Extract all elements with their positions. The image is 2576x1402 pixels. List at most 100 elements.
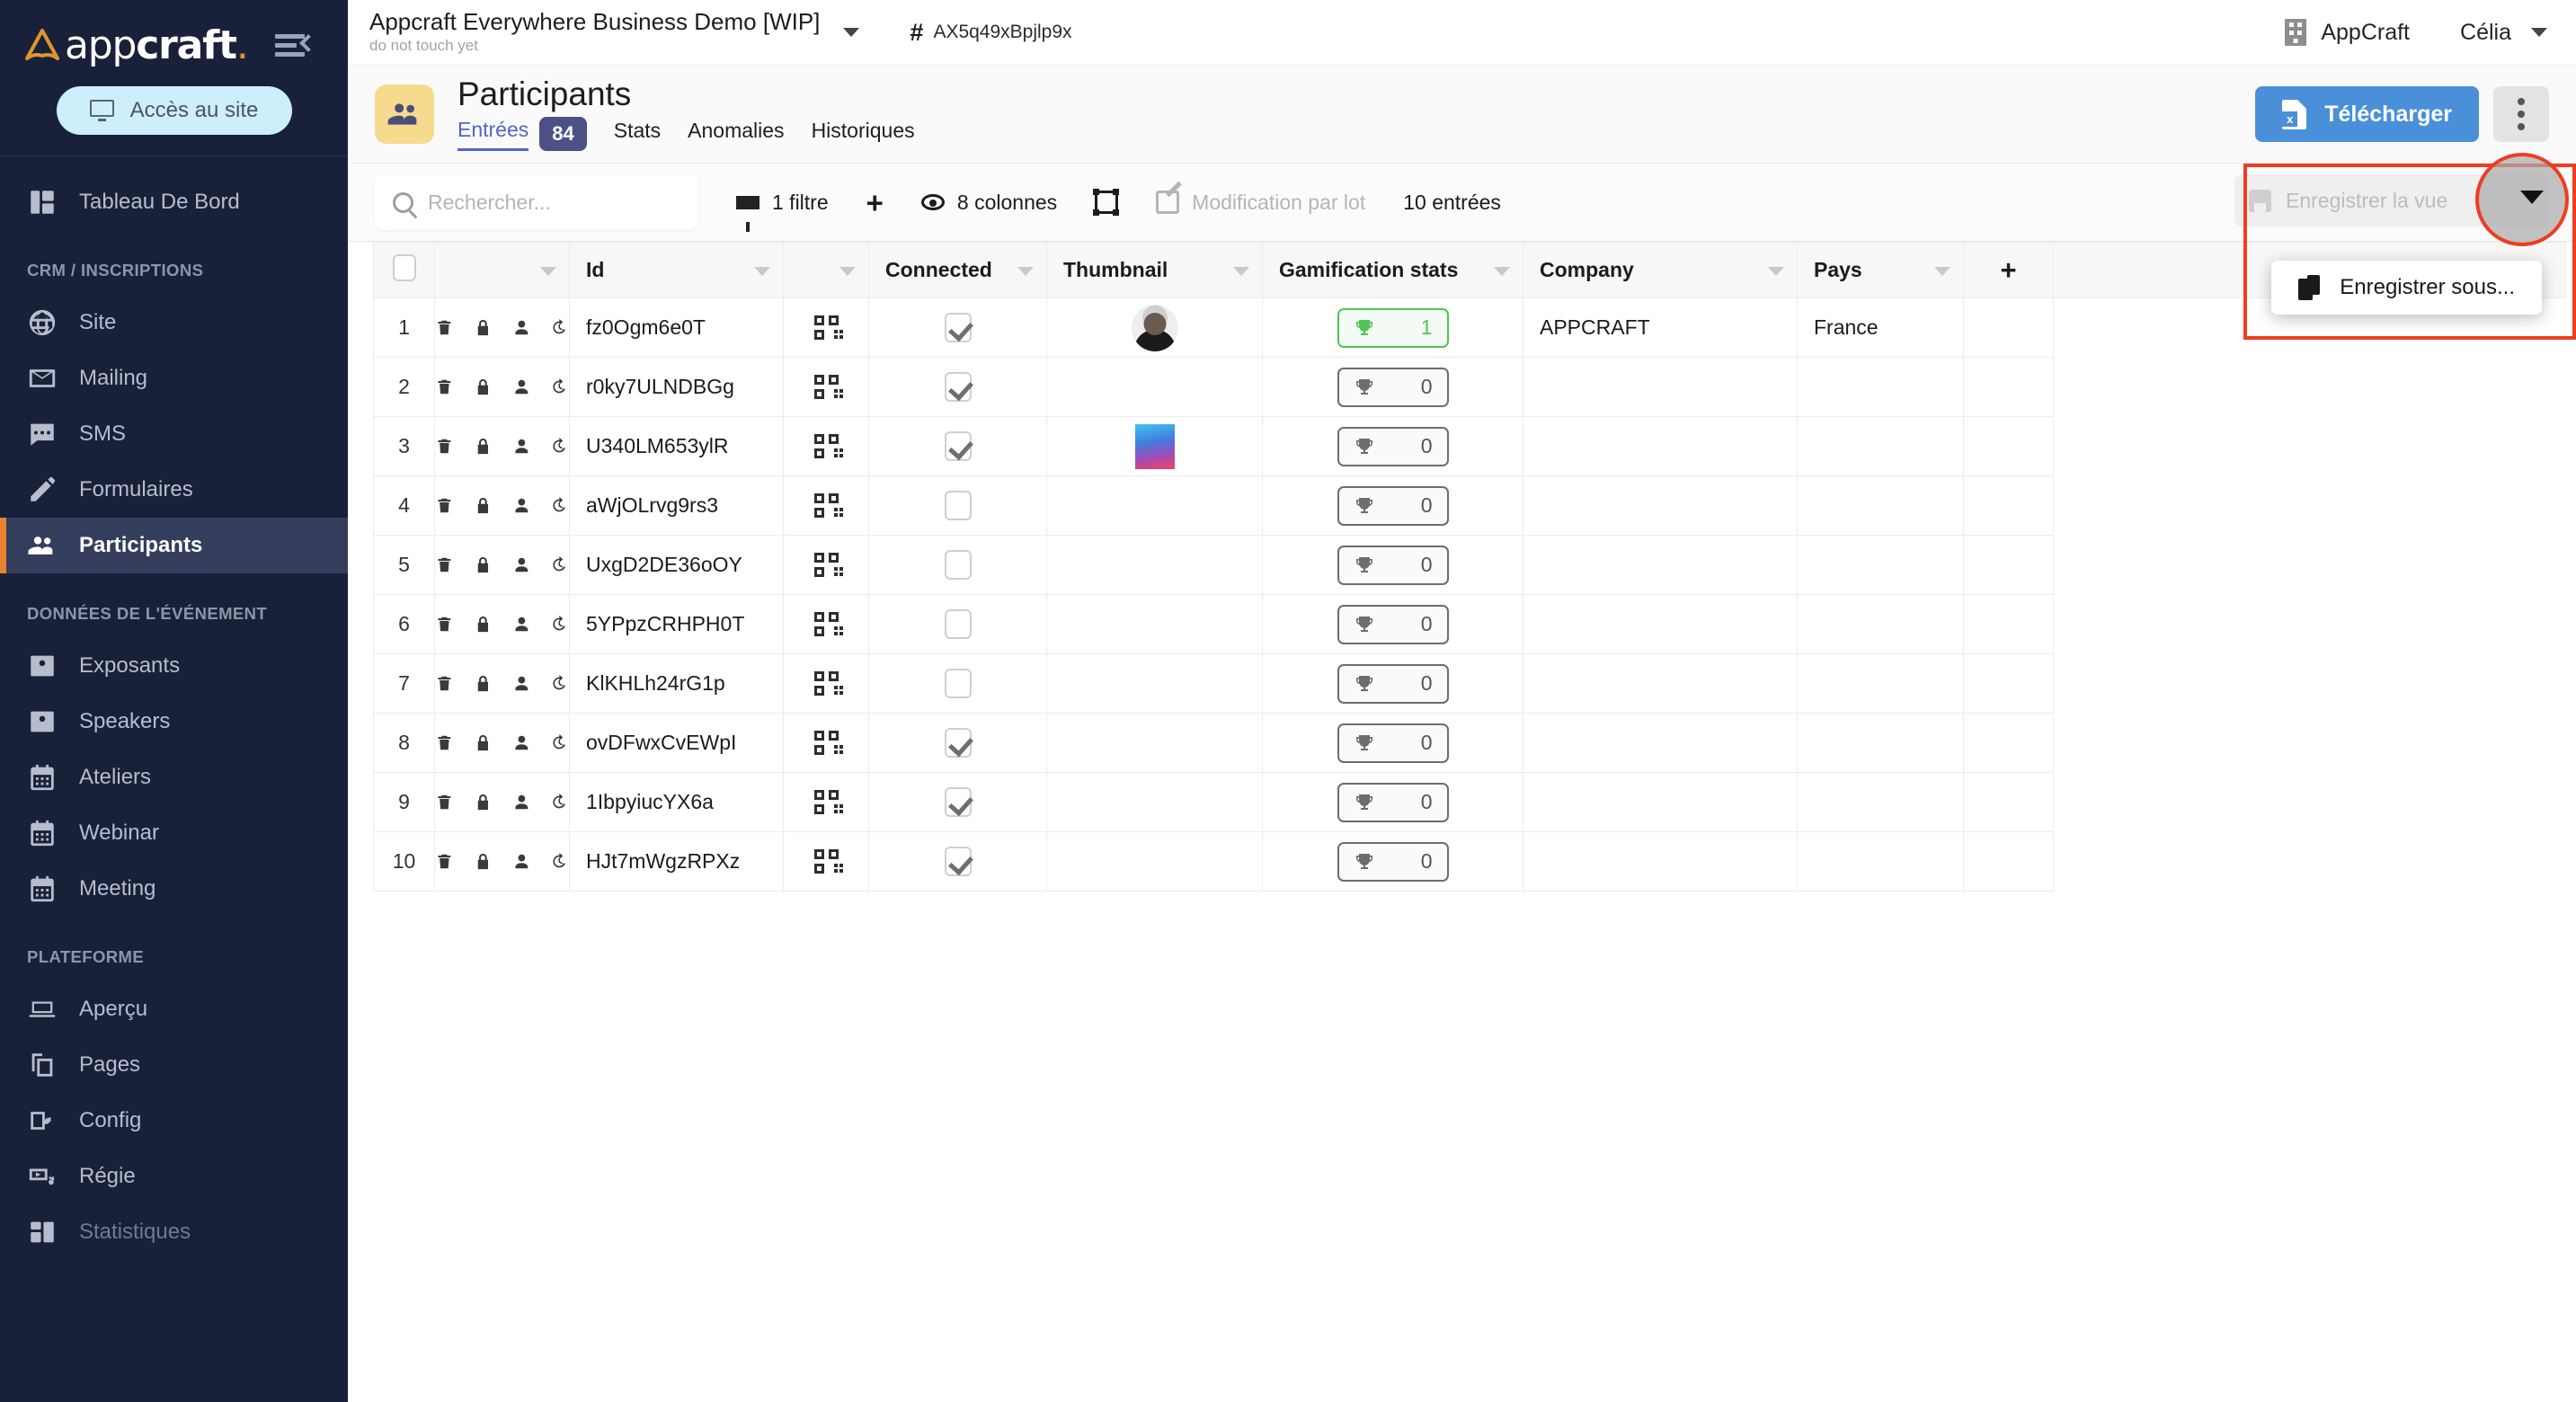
gamification-score: 0 (1421, 493, 1433, 518)
cell-qr[interactable] (784, 773, 869, 832)
gamification-badge[interactable]: 0 (1337, 664, 1449, 704)
tab-anomalies[interactable]: Anomalies (688, 119, 784, 149)
th-connected-sort-icon[interactable] (1017, 267, 1034, 276)
table-row[interactable]: 4aWjOLrvg9rs30 (374, 476, 2566, 536)
sidebar-item-regie[interactable]: Régie (0, 1149, 348, 1204)
connected-checkbox[interactable] (945, 728, 972, 758)
sidebar-item-config[interactable]: Config (0, 1093, 348, 1149)
connected-checkbox[interactable] (945, 787, 972, 817)
collapse-menu-icon[interactable] (275, 32, 315, 59)
gamification-badge[interactable]: 0 (1337, 427, 1449, 466)
add-filter-button[interactable]: + (866, 188, 884, 217)
table-row[interactable]: 7KlKHLh24rG1p0 (374, 654, 2566, 714)
cell-qr[interactable] (784, 654, 869, 714)
cell-qr[interactable] (784, 832, 869, 892)
batch-edit-button[interactable]: Modification par lot (1156, 191, 1365, 215)
sidebar-item-participants[interactable]: Participants (0, 518, 348, 573)
qr-code-icon[interactable] (814, 493, 839, 518)
table-row[interactable]: 10HJt7mWgzRPXz0 (374, 832, 2566, 892)
th-thumbnail-sort-icon[interactable] (1233, 267, 1249, 276)
cell-qr[interactable] (784, 358, 869, 417)
cell-qr[interactable] (784, 417, 869, 476)
search-box[interactable] (375, 174, 698, 230)
sidebar-item-ateliers[interactable]: Ateliers (0, 750, 348, 805)
table-row[interactable]: 91IbpyiucYX6a0 (374, 773, 2566, 832)
sidebar-item-pages[interactable]: Pages (0, 1037, 348, 1093)
th-pays-sort-icon[interactable] (1934, 267, 1950, 276)
cell-qr[interactable] (784, 476, 869, 536)
table-row[interactable]: 65YPpzCRHPH0T0 (374, 595, 2566, 654)
connected-checkbox[interactable] (945, 431, 972, 461)
th-company-sort-icon[interactable] (1768, 267, 1784, 276)
user-menu[interactable]: Célia (2460, 20, 2547, 46)
connected-checkbox[interactable] (945, 847, 972, 876)
search-input[interactable] (428, 191, 680, 215)
cell-qr[interactable] (784, 714, 869, 773)
tab-entrees[interactable]: Entrées (457, 118, 529, 151)
organization-selector[interactable]: AppCraft (2285, 19, 2410, 46)
table-row[interactable]: 1fz0Ogm6e0T1APPCRAFTFrance (374, 298, 2566, 358)
qr-code-icon[interactable] (814, 315, 839, 340)
hash-icon: # (910, 19, 923, 47)
qr-code-icon[interactable] (814, 553, 839, 577)
connected-checkbox[interactable] (945, 372, 972, 402)
connected-checkbox[interactable] (945, 491, 972, 520)
sidebar-item-apercu[interactable]: Aperçu (0, 981, 348, 1037)
th-qr-sort-icon[interactable] (839, 267, 856, 276)
sidebar-item-webinar[interactable]: Webinar (0, 805, 348, 861)
th-id-sort-icon[interactable] (754, 267, 770, 276)
tab-stats[interactable]: Stats (614, 119, 661, 149)
gamification-badge[interactable]: 0 (1337, 605, 1449, 644)
table-row[interactable]: 2r0ky7ULNDBGg0 (374, 358, 2566, 417)
columns-button[interactable]: 8 colonnes (921, 191, 1057, 215)
sidebar-item-site[interactable]: Site (0, 295, 348, 350)
event-dropdown-chevron-down-icon[interactable] (843, 28, 859, 37)
qr-code-icon[interactable] (814, 612, 839, 636)
connected-checkbox[interactable] (945, 669, 972, 698)
cell-qr[interactable] (784, 298, 869, 358)
gamification-badge[interactable]: 0 (1337, 368, 1449, 407)
save-as-menu-item[interactable]: Enregistrer sous... (2271, 261, 2542, 315)
gamification-badge[interactable]: 0 (1337, 723, 1449, 763)
sidebar-item-formulaires[interactable]: Formulaires (0, 462, 348, 518)
cell-company (1523, 595, 1798, 654)
gamification-badge[interactable]: 0 (1337, 783, 1449, 822)
cell-qr[interactable] (784, 536, 869, 595)
qr-code-icon[interactable] (814, 671, 839, 696)
table-row[interactable]: 5UxgD2DE36oOY0 (374, 536, 2566, 595)
sidebar-item-sms[interactable]: SMS (0, 406, 348, 462)
sidebar-item-mailing[interactable]: Mailing (0, 350, 348, 406)
gamification-badge[interactable]: 0 (1337, 842, 1449, 882)
cell-qr[interactable] (784, 595, 869, 654)
sidebar-item-statistiques[interactable]: Statistiques (0, 1204, 348, 1260)
sidebar-item-tableau-de-bord[interactable]: Tableau De Bord (0, 174, 348, 230)
sidebar-item-exposants[interactable]: Exposants (0, 638, 348, 694)
table-row[interactable]: 3U340LM653ylR0 (374, 417, 2566, 476)
filter-button[interactable]: 1 filtre (736, 191, 829, 215)
gamification-badge[interactable]: 0 (1337, 546, 1449, 585)
qr-code-icon[interactable] (814, 434, 839, 458)
gamification-badge[interactable]: 1 (1337, 308, 1449, 348)
gamification-badge[interactable]: 0 (1337, 486, 1449, 526)
kebab-menu-icon[interactable] (2493, 86, 2549, 142)
qr-code-icon[interactable] (814, 849, 839, 874)
select-all-checkbox[interactable] (393, 254, 416, 281)
tab-historiques[interactable]: Historiques (812, 119, 915, 149)
qr-code-icon[interactable] (814, 731, 839, 755)
event-selector[interactable]: Appcraft Everywhere Business Demo [WIP] … (369, 10, 820, 55)
fullscreen-button[interactable] (1095, 191, 1118, 214)
connected-checkbox[interactable] (945, 313, 972, 342)
access-site-button[interactable]: Accès au site (57, 86, 292, 135)
save-view-chevron-down-icon[interactable] (2520, 191, 2544, 204)
qr-code-icon[interactable] (814, 375, 839, 399)
th-tools-sort-icon[interactable] (540, 267, 556, 276)
connected-checkbox[interactable] (945, 550, 972, 580)
download-button[interactable]: x Télécharger (2255, 86, 2479, 142)
table-row[interactable]: 8ovDFwxCvEWpI0 (374, 714, 2566, 773)
sidebar-item-speakers[interactable]: Speakers (0, 694, 348, 750)
connected-checkbox[interactable] (945, 609, 972, 639)
th-gamification-sort-icon[interactable] (1494, 267, 1510, 276)
th-add-column[interactable]: + (1964, 243, 2054, 298)
sidebar-item-meeting[interactable]: Meeting (0, 861, 348, 917)
qr-code-icon[interactable] (814, 790, 839, 814)
